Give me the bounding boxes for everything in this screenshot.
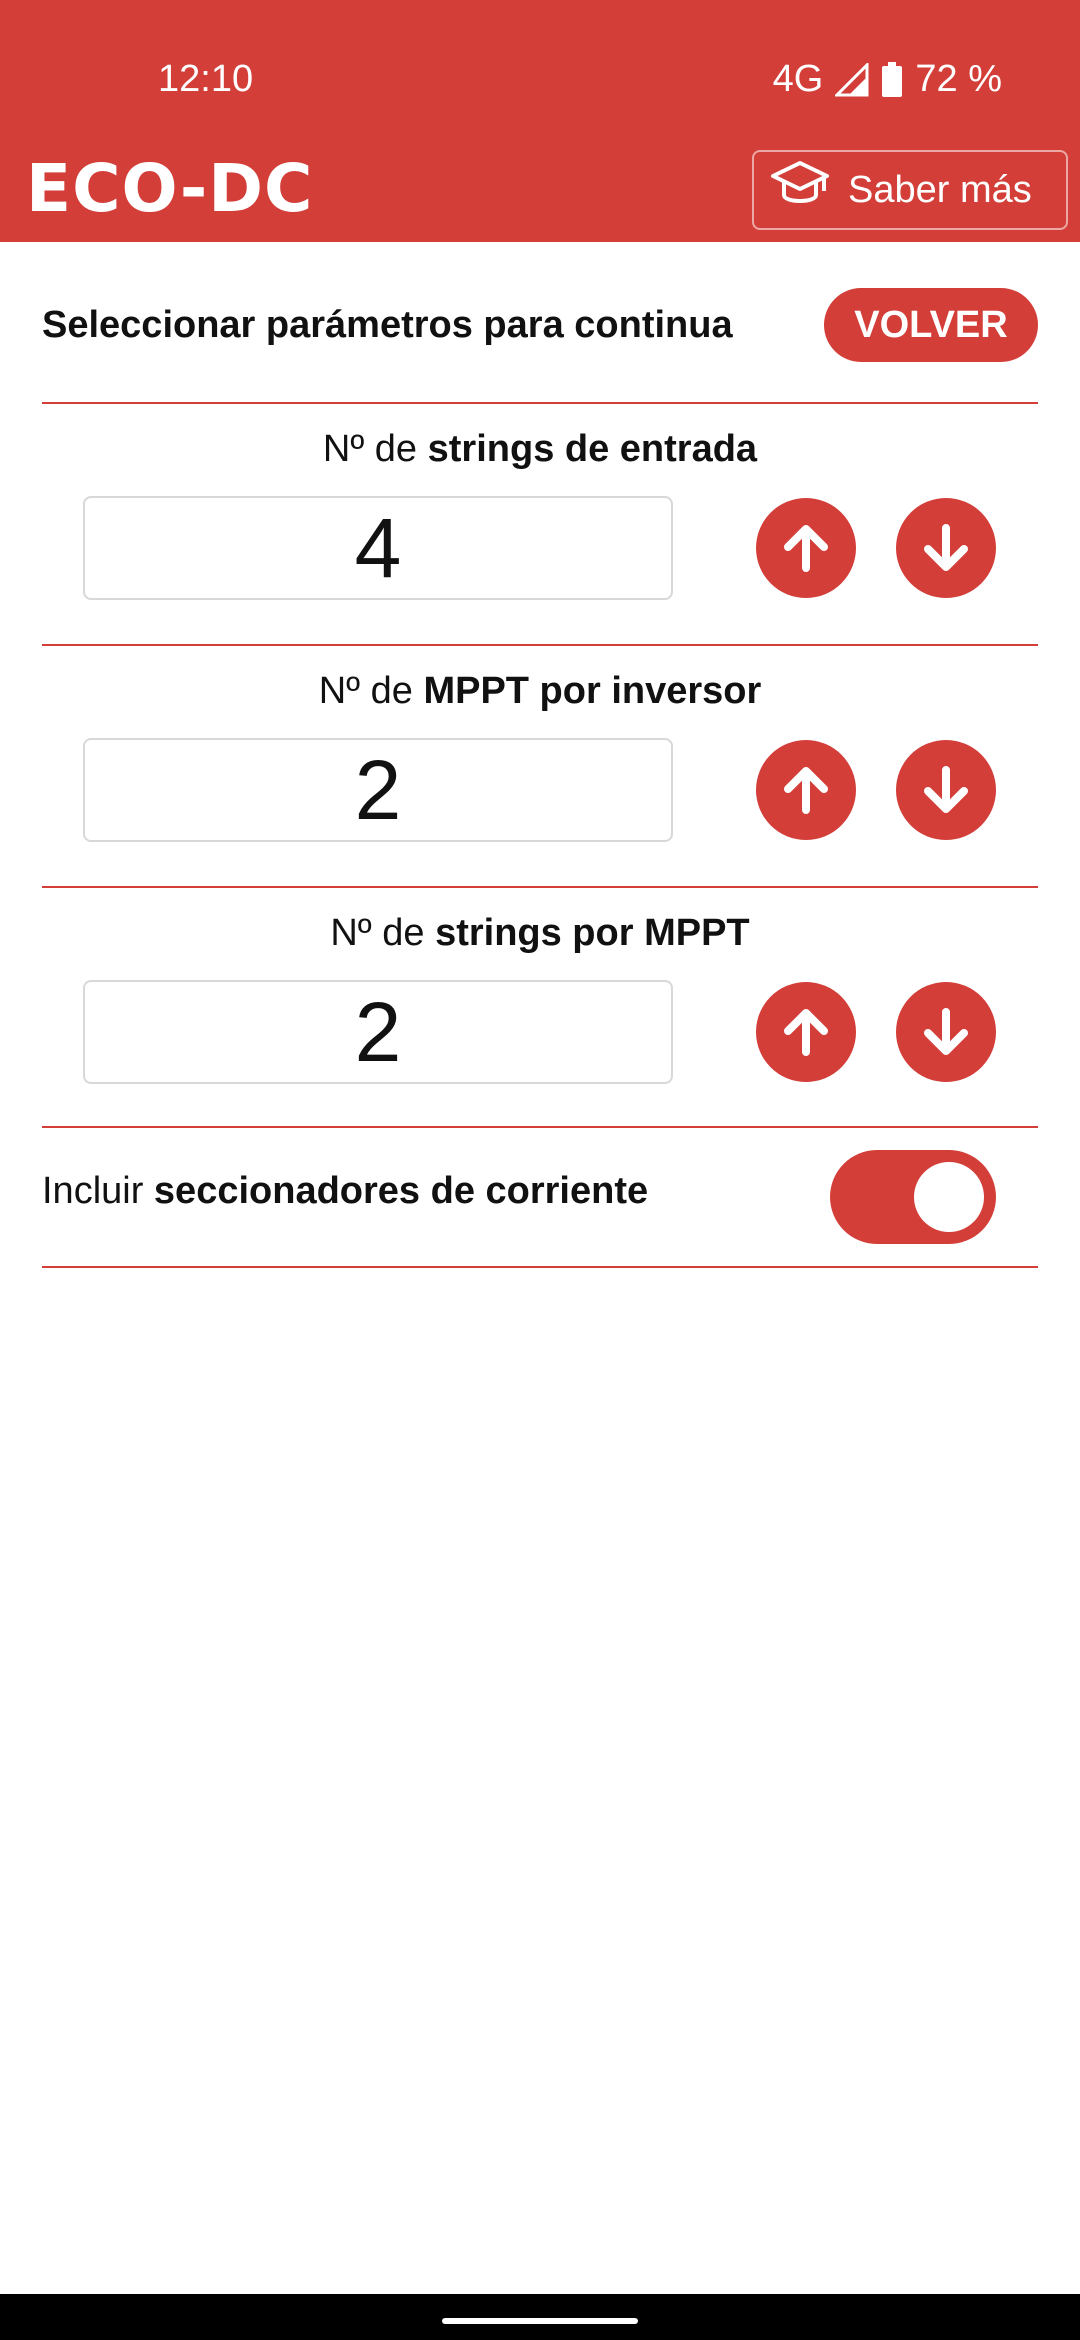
parameters-header-row: Seleccionar parámetros para continua VOL… xyxy=(42,288,1038,362)
app-header: 12:10 4G 72 % ECO-DC Saber más xyxy=(0,0,1080,242)
status-indicators: 4G 72 % xyxy=(773,58,1002,101)
param-name: strings de entrada xyxy=(427,428,758,470)
arrow-down-icon xyxy=(924,1008,968,1055)
param-label-strings-mppt: Nº de strings por MPPT xyxy=(42,912,1038,955)
learn-more-label: Saber más xyxy=(848,168,1032,211)
network-type: 4G xyxy=(772,58,824,100)
param-prefix: Nº de xyxy=(318,670,424,712)
strings-entrada-value[interactable]: 4 xyxy=(83,496,673,600)
param-prefix: Nº de xyxy=(330,912,436,954)
arrow-down-icon xyxy=(924,766,968,813)
disconnectors-label: Incluir seccionadores de corriente xyxy=(42,1170,648,1213)
strings-entrada-decrement-button[interactable] xyxy=(896,498,996,598)
divider xyxy=(42,886,1038,888)
toggle-name: seccionadores de corriente xyxy=(153,1170,649,1212)
arrow-up-icon xyxy=(784,525,828,572)
strings-entrada-increment-button[interactable] xyxy=(756,498,856,598)
mppt-inversor-value[interactable]: 2 xyxy=(83,738,673,842)
app-logo: ECO-DC xyxy=(26,150,314,227)
status-time: 12:10 xyxy=(158,58,254,100)
param-label-mppt-inversor: Nº de MPPT por inversor xyxy=(42,670,1038,713)
param-name: MPPT por inversor xyxy=(423,670,762,712)
system-nav-bar xyxy=(0,2294,1080,2340)
toggle-prefix: Incluir xyxy=(42,1170,154,1212)
toggle-knob xyxy=(914,1162,984,1232)
mppt-inversor-decrement-button[interactable] xyxy=(896,740,996,840)
learn-more-button[interactable]: Saber más xyxy=(752,150,1068,230)
strings-mppt-decrement-button[interactable] xyxy=(896,982,996,1082)
arrow-up-icon xyxy=(784,767,828,814)
mppt-inversor-increment-button[interactable] xyxy=(756,740,856,840)
divider xyxy=(42,1266,1038,1268)
arrow-down-icon xyxy=(924,524,968,571)
home-gesture-handle[interactable] xyxy=(442,2318,638,2324)
param-label-strings-entrada: Nº de strings de entrada xyxy=(42,428,1038,471)
strings-mppt-increment-button[interactable] xyxy=(756,982,856,1082)
strings-mppt-value[interactable]: 2 xyxy=(83,980,673,1084)
divider xyxy=(42,402,1038,404)
battery-level: 72 % xyxy=(915,58,1002,100)
signal-icon xyxy=(835,62,869,97)
divider xyxy=(42,644,1038,646)
disconnectors-toggle[interactable] xyxy=(830,1150,996,1244)
divider xyxy=(42,1126,1038,1128)
battery-icon xyxy=(881,61,903,98)
param-prefix: Nº de xyxy=(322,428,428,470)
back-button[interactable]: VOLVER xyxy=(824,288,1038,362)
param-name: strings por MPPT xyxy=(435,912,750,954)
arrow-up-icon xyxy=(784,1009,828,1056)
page-title: Seleccionar parámetros para continua xyxy=(42,303,733,346)
graduation-cap-icon xyxy=(770,159,830,221)
